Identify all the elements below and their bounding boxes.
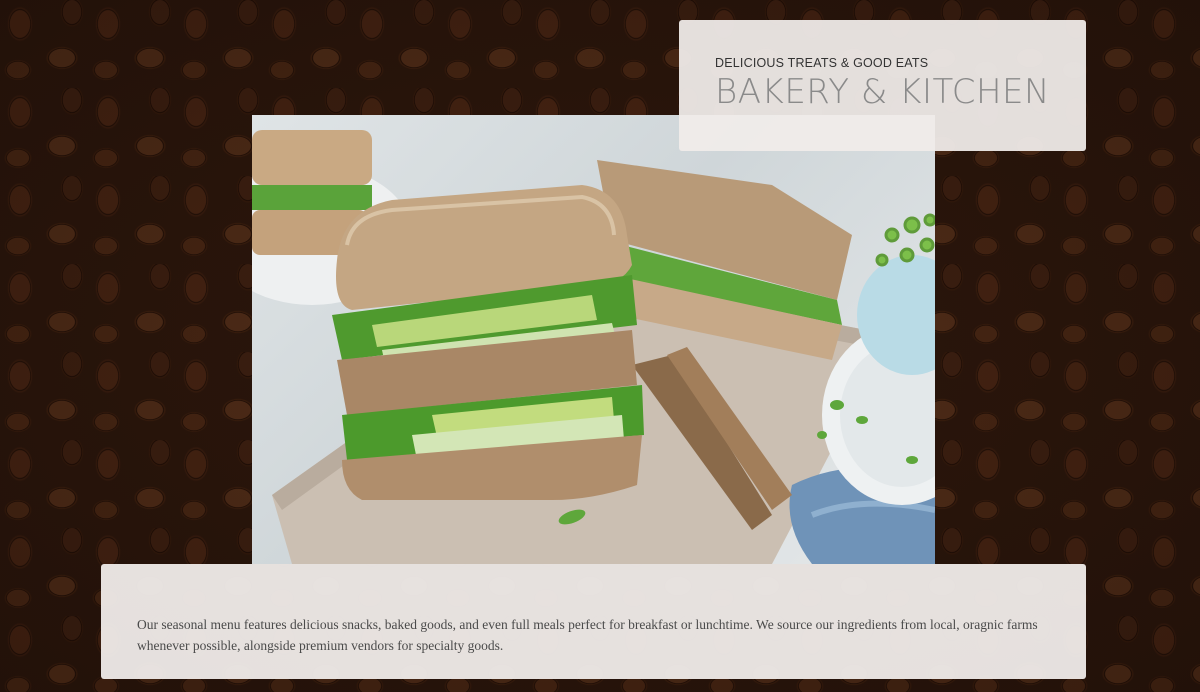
description-card: Our seasonal menu features delicious sna… (101, 564, 1086, 679)
description-text: Our seasonal menu features delicious sna… (137, 616, 1038, 653)
hero-eyebrow: DELICIOUS TREATS & GOOD EATS (715, 56, 929, 70)
title-card: DELICIOUS TREATS & GOOD EATS BAKERY & KI… (679, 20, 1086, 151)
sandwich-illustration (252, 130, 935, 564)
hero-title: BAKERY & KITCHEN (715, 72, 1050, 112)
front-sandwich (332, 185, 644, 500)
sandwich-photo (252, 115, 935, 564)
